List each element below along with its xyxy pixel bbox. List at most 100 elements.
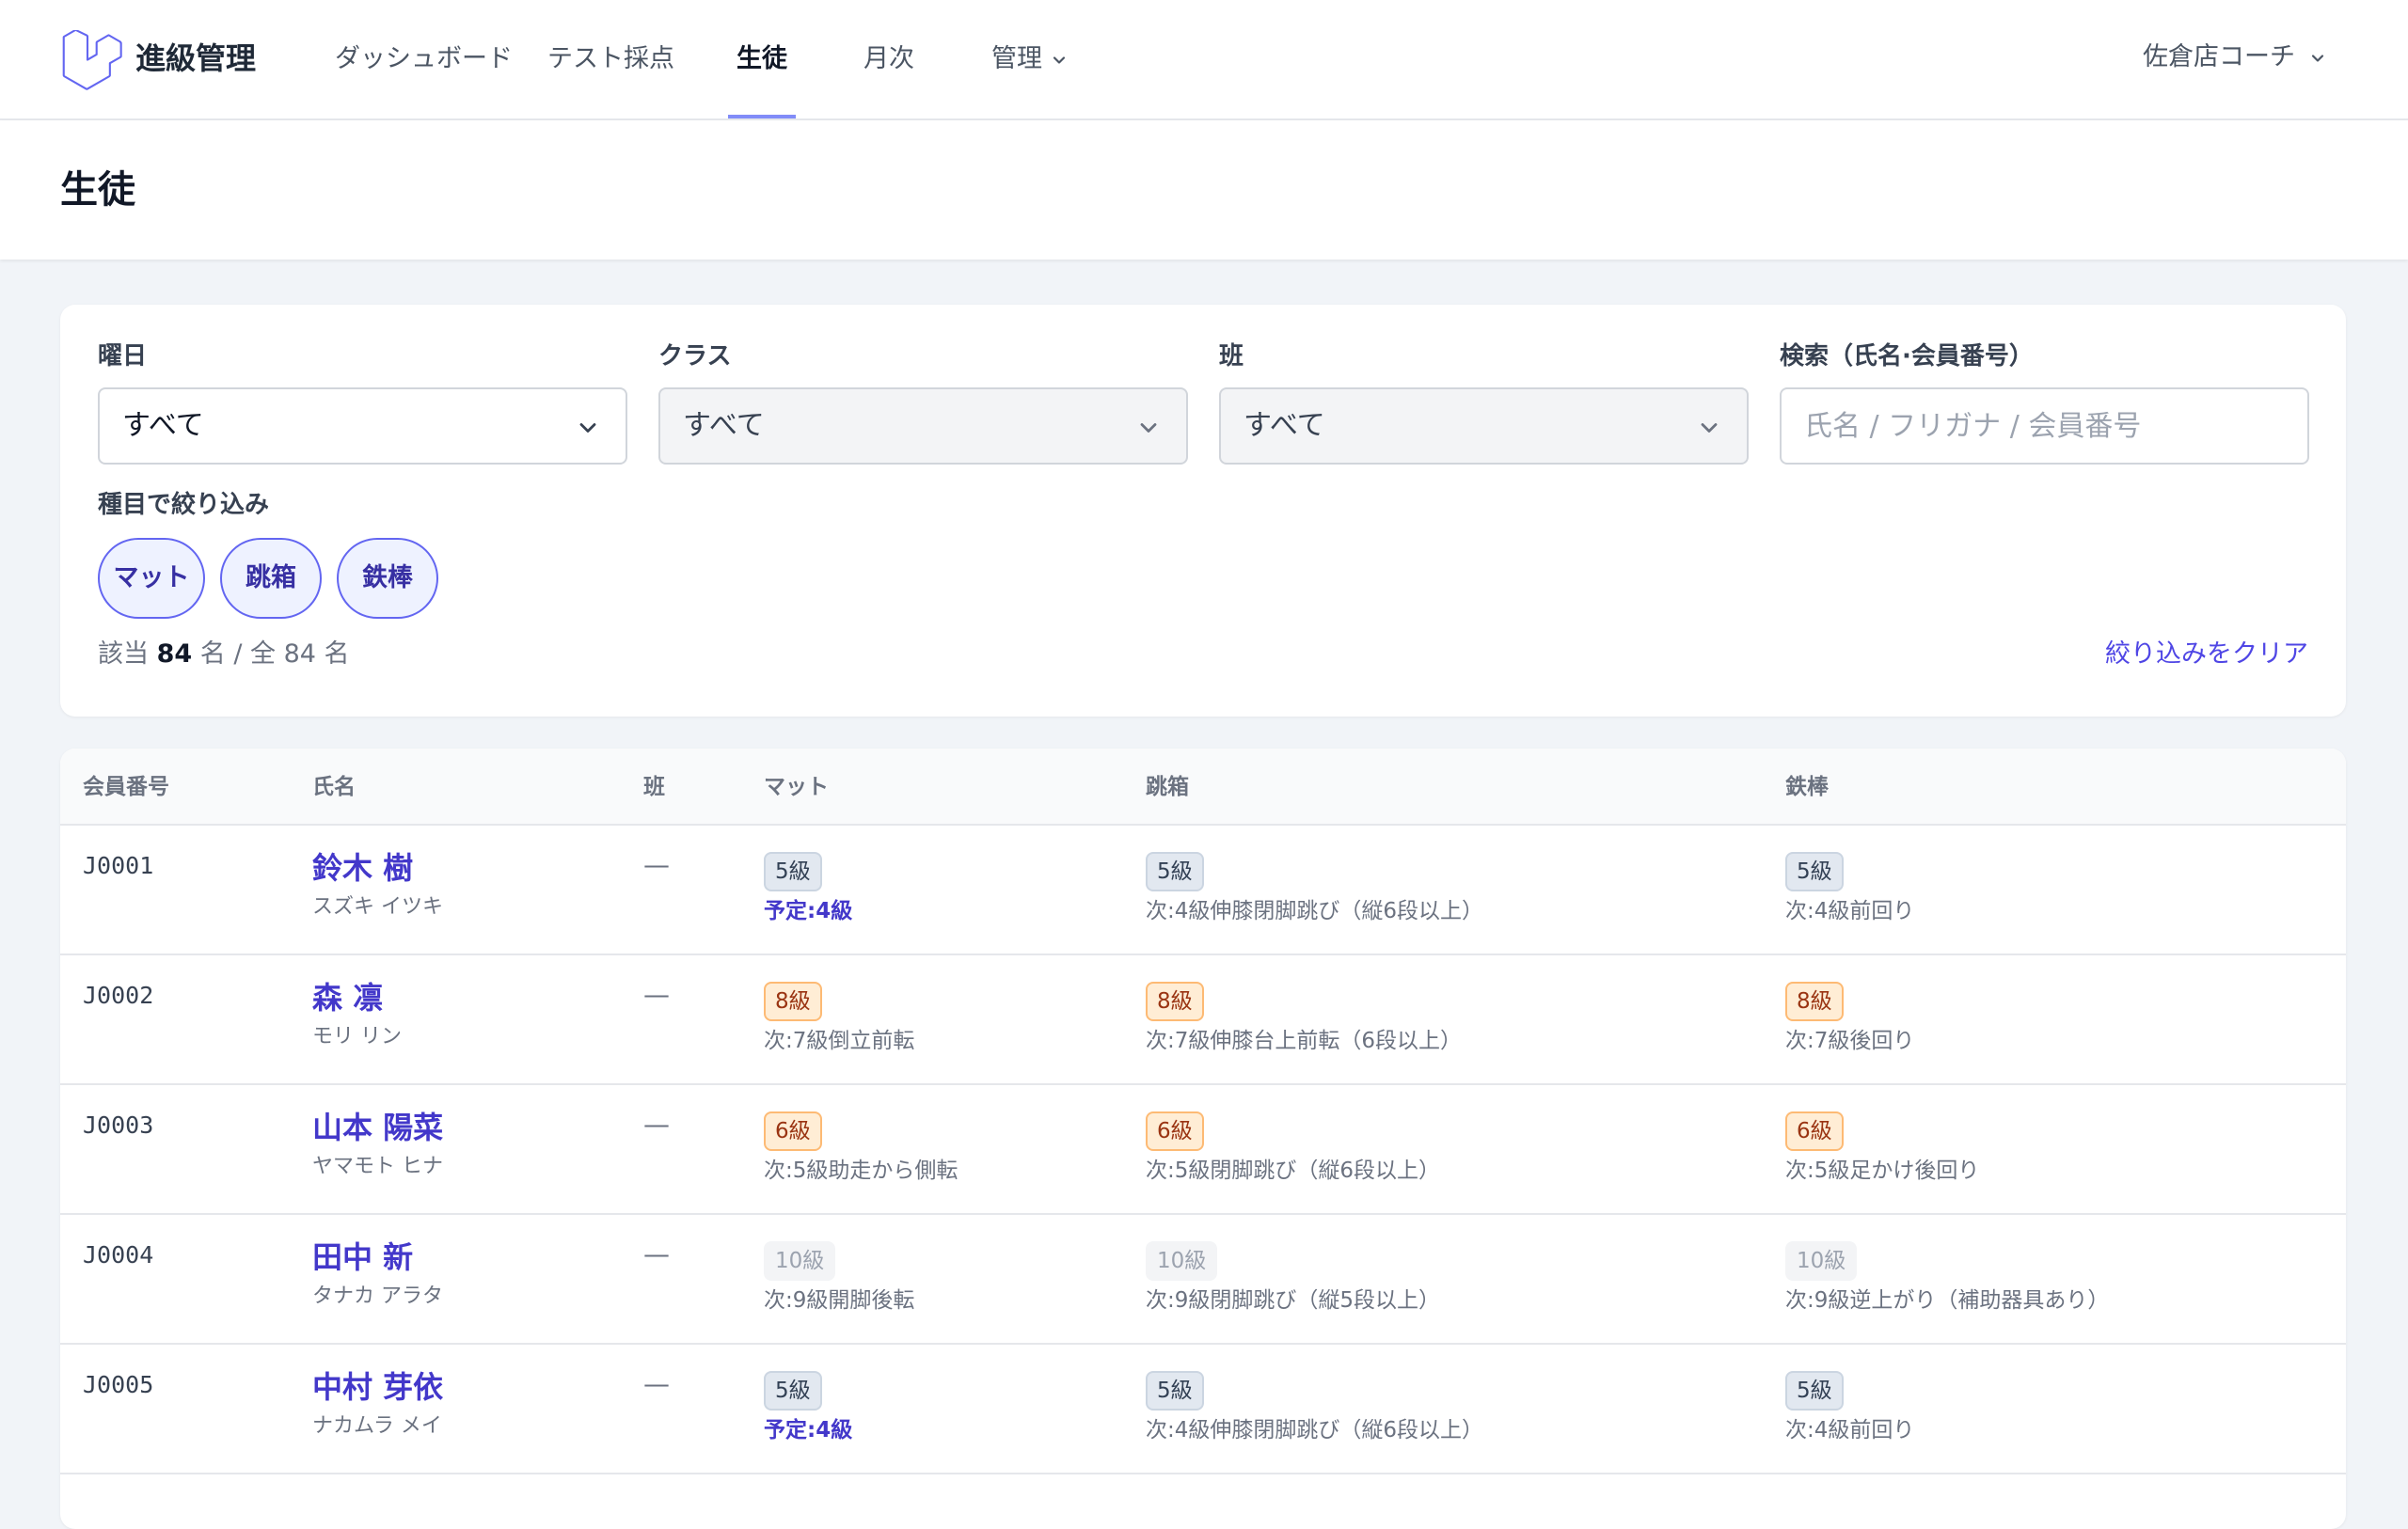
nav-dashboard[interactable]: ダッシュボード: [335, 0, 513, 118]
bar-cell: 8級次:7級後回り: [1785, 982, 1914, 1057]
count-match: 84: [156, 639, 193, 669]
group-value: —: [643, 1109, 670, 1140]
mat-level-badge: 6級: [764, 1111, 822, 1151]
bar-next-note: 次:9級逆上がり（補助器具あり）: [1785, 1288, 2110, 1313]
bar-cell: 5級次:4級前回り: [1785, 852, 1914, 927]
bar-level-badge: 10級: [1785, 1241, 1858, 1281]
page-header: 生徒: [0, 120, 2408, 260]
students-table: 会員番号 氏名 班 マット 跳箱 鉄棒 J0001 鈴木 樹スズキ イツキ —5級予…: [60, 749, 2346, 1529]
student-name-link[interactable]: 中村 芽依: [312, 1367, 443, 1407]
event-filter-bar[interactable]: 鉄棒: [337, 538, 438, 619]
event-filter-vault[interactable]: 跳箱: [220, 538, 322, 619]
member-id: J0004: [83, 1241, 154, 1269]
app-brand[interactable]: 進級管理: [135, 36, 256, 81]
vault-cell: 8級次:7級伸膝台上前転（6段以上）: [1146, 982, 1462, 1057]
nav-admin-label: 管理: [991, 44, 1042, 73]
bar-level-badge: 8級: [1785, 982, 1844, 1021]
nav-monthly[interactable]: 月次: [863, 0, 914, 118]
header-vault[interactable]: 跳箱: [1146, 749, 1189, 826]
member-id: J0001: [83, 852, 154, 879]
vault-level-badge: 10級: [1146, 1241, 1218, 1281]
search-label: 検索（氏名·会員番号）: [1780, 342, 2034, 370]
table-row[interactable]: J0002 森 凛モリ リン —8級 次:7級倒立前転 8級 次:7級伸膝台上前転（6段以…: [60, 955, 2346, 1085]
group-select-value: すべて: [1244, 409, 1325, 442]
vault-next-note: 次:9級閉脚跳び（縦5段以上）: [1146, 1288, 1441, 1313]
table-header: 会員番号 氏名 班 マット 跳箱 鉄棒: [60, 749, 2346, 826]
student-kana: ナカムラ メイ: [312, 1414, 442, 1438]
weekday-select[interactable]: すべて: [98, 387, 627, 465]
header-group[interactable]: 班: [643, 749, 665, 826]
weekday-label: 曜日: [98, 342, 148, 370]
class-label: クラス: [658, 342, 732, 370]
chevron-down-icon: [1053, 55, 1066, 64]
student-name-link[interactable]: 森 凛: [312, 978, 383, 1017]
mat-cell: 6級次:5級助走から側転: [764, 1111, 958, 1187]
table-row[interactable]: J0005 中村 芽依ナカムラ メイ — 5級予定:4級 5級 次:4級伸膝閉脚跳び（縦6…: [60, 1345, 2346, 1474]
member-id: J0003: [83, 1111, 154, 1139]
bar-level-badge: 6級: [1785, 1111, 1844, 1151]
group-value: —: [643, 849, 670, 880]
mat-level-badge: 5級: [764, 1371, 822, 1411]
weekday-select-value: すべて: [122, 409, 204, 442]
group-value: —: [643, 1368, 670, 1399]
member-id: J0005: [83, 1371, 154, 1398]
vault-level-badge: 8級: [1146, 982, 1204, 1021]
student-name-link[interactable]: 鈴木 樹: [312, 848, 413, 888]
vault-level-badge: 5級: [1146, 1371, 1204, 1411]
mat-next-note: 次:9級開脚後転: [764, 1288, 915, 1313]
nav-test-scoring[interactable]: テスト採点: [547, 0, 674, 118]
table-row[interactable]: J0003 山本 陽菜 ヤマモト ヒナ —6級 次:5級助走から側転 6級 次:5級閉脚跳び…: [60, 1085, 2346, 1215]
bar-cell: 6級次:5級足かけ後回り: [1785, 1111, 1979, 1187]
result-count: 該当 84 名 / 全 84 名: [98, 638, 350, 671]
mat-next-note: 予定:4級: [764, 1418, 853, 1442]
class-select[interactable]: すべて: [658, 387, 1188, 465]
group-label: 班: [1219, 342, 1244, 370]
group-value: —: [643, 979, 670, 1010]
mat-cell: 5級予定:4級: [764, 852, 852, 927]
student-name-link[interactable]: 田中 新: [312, 1237, 413, 1277]
mat-next-note: 次:5級助走から側転: [764, 1159, 958, 1183]
mat-level-badge: 10級: [764, 1241, 836, 1281]
clear-filters-link[interactable]: 絞り込みをクリア: [2105, 638, 2308, 671]
user-menu[interactable]: 佐倉店コーチ: [2143, 0, 2327, 118]
nav-admin[interactable]: 管理: [991, 0, 1069, 118]
bar-next-note: 次:4級前回り: [1785, 899, 1915, 923]
group-select[interactable]: すべて: [1219, 387, 1749, 465]
bar-cell: 10級次:9級逆上がり（補助器具あり）: [1785, 1241, 2109, 1316]
header-mat[interactable]: マット: [764, 749, 829, 826]
class-select-value: すべて: [683, 409, 765, 442]
bar-cell: 5級 次:4級前回り: [1785, 1371, 1914, 1446]
table-row[interactable]: J0001 鈴木 樹スズキ イツキ —5級 予定:4級 5級 次:4級伸膝閉脚跳び（縦6段…: [60, 826, 2346, 955]
vault-cell: 10級次:9級閉脚跳び（縦5段以上）: [1146, 1241, 1440, 1316]
bar-level-badge: 5級: [1785, 852, 1844, 891]
chevron-down-icon: [2311, 54, 2324, 62]
header-name[interactable]: 氏名: [312, 749, 356, 826]
header-member-id[interactable]: 会員番号: [83, 749, 169, 826]
filter-panel: 曜日 すべて クラス すべて 班 すべて 検索（氏名·会員番号） 種目で絞り込み…: [60, 305, 2346, 717]
student-name-link[interactable]: 山本 陽菜: [312, 1108, 443, 1147]
bar-next-note: 次:5級足かけ後回り: [1785, 1159, 1980, 1183]
app-logo-icon[interactable]: [62, 30, 122, 90]
bar-next-note: 次:7級後回り: [1785, 1029, 1915, 1053]
vault-cell: 5級 次:4級伸膝閉脚跳び（縦6段以上）: [1146, 1371, 1483, 1446]
mat-next-note: 予定:4級: [764, 899, 853, 923]
group-value: —: [643, 1238, 670, 1269]
mat-level-badge: 5級: [764, 852, 822, 891]
header-bar[interactable]: 鉄棒: [1785, 749, 1829, 826]
vault-next-note: 次:4級伸膝閉脚跳び（縦6段以上）: [1146, 899, 1484, 923]
event-filter-label: 種目で絞り込み: [98, 491, 270, 519]
vault-next-note: 次:5級閉脚跳び（縦6段以上）: [1146, 1159, 1441, 1183]
vault-level-badge: 5級: [1146, 852, 1204, 891]
top-navigation: 進級管理 ダッシュボード テスト採点 生徒 月次 管理 佐倉店コーチ: [0, 0, 2408, 120]
student-kana: モリ リン: [312, 1025, 402, 1048]
student-kana: ヤマモト ヒナ: [312, 1155, 443, 1178]
student-kana: スズキ イツキ: [312, 895, 443, 919]
page-title: 生徒: [60, 168, 135, 212]
table-row[interactable]: J0004 田中 新タナカ アラタ —10級 次:9級開脚後転 10級 次:9級閉脚跳び（…: [60, 1215, 2346, 1345]
vault-next-note: 次:7級伸膝台上前転（6段以上）: [1146, 1029, 1463, 1053]
nav-students[interactable]: 生徒: [728, 0, 796, 118]
search-input[interactable]: [1780, 387, 2309, 465]
event-filter-mat[interactable]: マット: [98, 538, 205, 619]
vault-cell: 5級次:4級伸膝閉脚跳び（縦6段以上）: [1146, 852, 1483, 927]
chevron-down-icon: [1140, 423, 1157, 433]
